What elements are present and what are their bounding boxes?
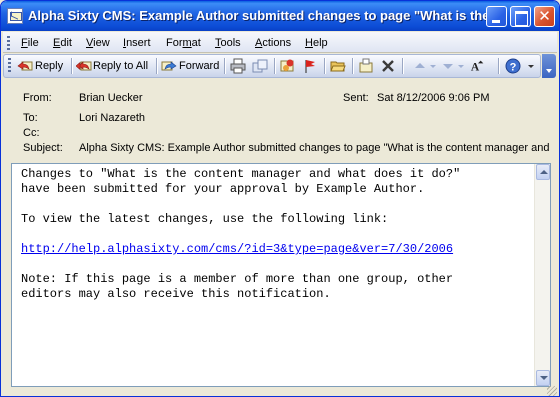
toolbar-separator [352, 58, 353, 74]
minimize-button[interactable] [486, 6, 507, 27]
categorize-icon[interactable] [279, 58, 295, 74]
delete-icon[interactable] [380, 58, 396, 74]
menu-view[interactable]: View [86, 35, 110, 51]
forward-button[interactable]: Forward [179, 57, 219, 75]
from-label: From: [23, 92, 52, 104]
menu-format[interactable]: Format [166, 35, 201, 51]
from-value[interactable]: Brian Uecker [79, 92, 319, 104]
toolbar-separator [156, 58, 157, 74]
standard-toolbar: Reply Reply to All Forward A ? [3, 54, 541, 78]
forward-icon [161, 61, 177, 71]
previous-dropdown-icon[interactable] [425, 58, 441, 74]
open-folder-icon[interactable] [330, 58, 346, 74]
menu-help[interactable]: Help [305, 35, 328, 51]
body-text-line: Note: If this page is a member of more t… [21, 272, 454, 286]
toolbar-separator [71, 58, 72, 74]
body-text-line: To view the latest changes, use the foll… [21, 212, 389, 226]
reply-all-button[interactable]: Reply to All [93, 57, 148, 75]
reply-all-icon [76, 61, 92, 71]
reply-icon [17, 61, 33, 71]
sent-label: Sent: [343, 92, 369, 104]
approval-link[interactable]: http://help.alphasixty.com/cms/?id=3&typ… [21, 242, 453, 257]
menu-bar: File Edit View Insert Format Tools Actio… [3, 32, 557, 53]
follow-up-flag-icon[interactable] [302, 58, 318, 74]
print-icon[interactable] [230, 58, 246, 74]
close-icon: ✕ [538, 8, 551, 25]
cc-label: Cc: [23, 127, 40, 139]
menu-file[interactable]: File [21, 35, 39, 51]
menu-actions[interactable]: Actions [255, 35, 291, 51]
body-text-line: Changes to "What is the content manager … [21, 167, 461, 181]
subject-label: Subject: [23, 142, 63, 154]
close-button[interactable]: ✕ [534, 6, 555, 27]
to-label: To: [23, 112, 38, 124]
menu-edit[interactable]: Edit [53, 35, 72, 51]
toolbar-separator [324, 58, 325, 74]
vertical-scrollbar[interactable] [534, 164, 550, 386]
move-to-folder-icon[interactable] [252, 58, 268, 74]
scroll-up-icon[interactable] [536, 164, 550, 180]
body-text-line: have been submitted for your approval by… [21, 182, 425, 196]
window-title: Alpha Sixty CMS: Example Author submitte… [28, 8, 488, 23]
message-body[interactable]: Changes to "What is the content manager … [11, 163, 551, 387]
menu-grip-icon [7, 36, 10, 50]
email-window: Alpha Sixty CMS: Example Author submitte… [0, 0, 560, 397]
menu-insert[interactable]: Insert [123, 35, 151, 51]
reply-button[interactable]: Reply [35, 57, 63, 75]
menu-tools[interactable]: Tools [215, 35, 241, 51]
to-value[interactable]: Lori Nazareth [79, 112, 319, 124]
toolbar-separator [274, 58, 275, 74]
resize-grip[interactable] [547, 386, 557, 396]
subject-value: Alpha Sixty CMS: Example Author submitte… [79, 142, 551, 154]
toolbar-grip-icon [8, 58, 11, 72]
toolbar-separator [224, 58, 225, 74]
maximize-button[interactable] [510, 6, 531, 27]
body-text-line: editors may also receive this notificati… [21, 287, 331, 301]
svg-text:?: ? [510, 62, 517, 74]
help-icon[interactable]: ? [505, 58, 521, 74]
title-bar[interactable]: Alpha Sixty CMS: Example Author submitte… [1, 1, 559, 31]
save-icon[interactable] [358, 58, 374, 74]
sent-value: Sat 8/12/2006 9:06 PM [377, 92, 490, 104]
next-dropdown-icon[interactable] [453, 58, 469, 74]
help-dropdown-icon[interactable] [523, 58, 539, 74]
toolbar-separator [498, 58, 499, 74]
scroll-down-icon[interactable] [536, 370, 550, 386]
font-size-icon[interactable]: A [470, 58, 486, 74]
toolbar-options-button[interactable] [542, 54, 556, 78]
toolbar-separator [402, 58, 403, 74]
message-icon [7, 8, 23, 24]
